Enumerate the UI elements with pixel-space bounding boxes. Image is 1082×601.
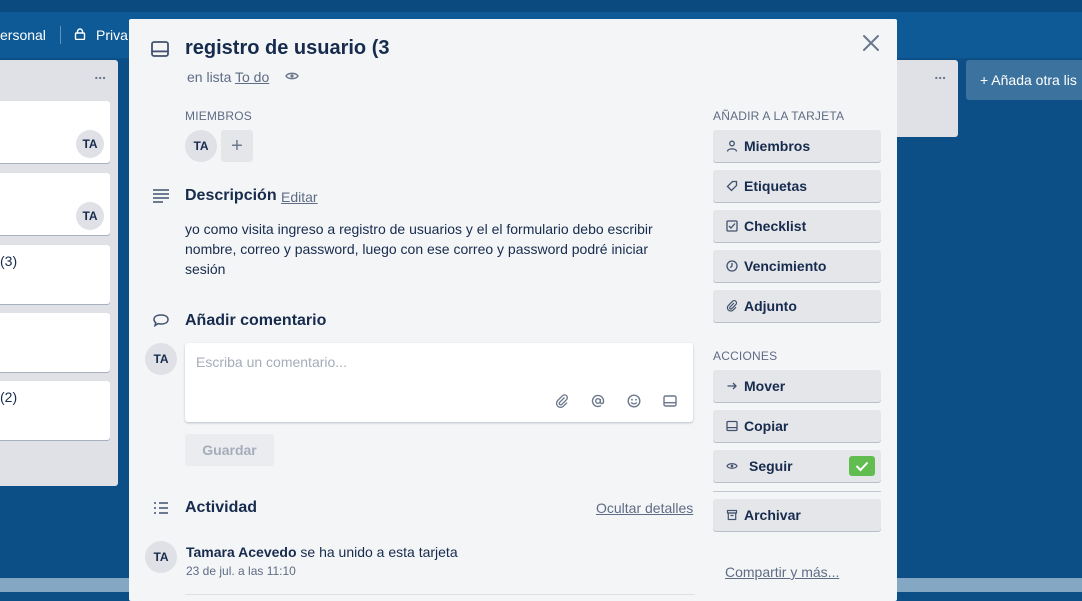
arrow-right-icon [727, 382, 737, 390]
attachment-icon[interactable] [555, 394, 569, 408]
activity-entry: Tamara Acevedo se ha unido a esta tarjet… [186, 544, 458, 560]
activity-icon [154, 502, 168, 514]
comment-placeholder: Escriba un comentario... [196, 354, 347, 370]
avatar: TA [76, 130, 104, 158]
mention-icon[interactable] [591, 394, 605, 408]
emoji-icon[interactable] [627, 394, 641, 408]
list-card[interactable] [0, 313, 110, 372]
list-link[interactable]: To do [235, 69, 269, 85]
members-button[interactable]: Miembros [713, 130, 881, 162]
labels-button-label: Etiquetas [744, 178, 808, 194]
watch-button-label: Seguir [749, 458, 793, 474]
user-icon [726, 140, 738, 152]
member-avatar[interactable]: TA [185, 130, 217, 162]
card-title: (3) [0, 253, 18, 269]
hide-details-link[interactable]: Ocultar detalles [596, 500, 693, 516]
tag-icon [726, 180, 738, 192]
list-menu-icon[interactable]: ... [934, 66, 946, 82]
checklist-button-label: Checklist [744, 218, 807, 234]
divider [60, 26, 61, 44]
checkbox-icon [726, 220, 738, 232]
move-button-label: Mover [744, 378, 786, 394]
add-list-button[interactable]: + Añada otra lis [966, 60, 1082, 100]
card-icon [151, 41, 169, 57]
due-date-button[interactable]: Vencimiento [713, 250, 881, 282]
app-header [0, 0, 1082, 12]
members-label: MIEMBROS [185, 109, 252, 123]
lock-icon [74, 28, 86, 40]
description-icon [153, 189, 169, 203]
board-team-label[interactable]: ersonal [0, 27, 46, 43]
save-comment-button[interactable]: Guardar [185, 434, 274, 466]
copy-button[interactable]: Copiar [713, 410, 881, 442]
archive-button[interactable]: Archivar [713, 499, 881, 531]
card-list-info: en lista To do [187, 69, 269, 85]
members-button-label: Miembros [744, 138, 811, 154]
divider [185, 594, 695, 595]
actions-label: ACCIONES [713, 349, 778, 363]
description-title: Descripción [185, 187, 277, 204]
comment-input[interactable]: Escriba un comentario... [185, 343, 693, 422]
edit-description-link[interactable]: Editar [281, 189, 318, 205]
card-icon [726, 420, 738, 432]
check-icon [855, 461, 869, 472]
activity-action: se ha unido a esta tarjeta [296, 544, 458, 560]
share-more-link[interactable]: Compartir y más... [725, 564, 839, 580]
list-card[interactable]: TA [0, 173, 110, 235]
add-comment-title: Añadir comentario [185, 312, 327, 329]
attachment-icon [726, 300, 738, 312]
activity-date[interactable]: 23 de jul. a las 11:10 [186, 564, 296, 578]
watch-button[interactable]: Seguir [713, 450, 881, 482]
card-detail-modal: registro de usuario (3 en lista To do MI… [129, 19, 897, 601]
add-to-card-label: AÑADIR A LA TARJETA [713, 109, 845, 123]
eye-icon [285, 72, 299, 80]
watching-badge [849, 456, 875, 476]
attachment-button[interactable]: Adjunto [713, 290, 881, 322]
checklist-button[interactable]: Checklist [713, 210, 881, 242]
comment-icon [153, 314, 169, 328]
due-date-button-label: Vencimiento [744, 258, 827, 274]
list-card[interactable]: (3) [0, 245, 110, 304]
activity-title: Actividad [185, 499, 258, 516]
archive-button-label: Archivar [744, 507, 801, 523]
add-member-button[interactable]: + [221, 130, 253, 162]
labels-button[interactable]: Etiquetas [713, 170, 881, 202]
eye-icon [726, 463, 738, 469]
avatar: TA [145, 343, 177, 375]
board-list: ... [896, 60, 958, 137]
list-menu-icon[interactable]: ... [94, 66, 106, 82]
card-title[interactable]: registro de usuario (3 [185, 37, 390, 60]
board-visibility-button[interactable]: Priva [96, 27, 128, 43]
clock-icon [726, 260, 738, 272]
description-text[interactable]: yo como visita ingreso a registro de usu… [185, 219, 685, 279]
attachment-button-label: Adjunto [744, 298, 797, 314]
activity-user[interactable]: Tamara Acevedo [186, 544, 297, 560]
close-icon[interactable] [859, 31, 883, 55]
archive-icon [726, 509, 738, 521]
avatar[interactable]: TA [145, 541, 177, 573]
avatar: TA [76, 202, 104, 230]
divider [713, 491, 881, 492]
card-title: (2) [0, 389, 18, 405]
card-icon[interactable] [663, 394, 677, 408]
move-button[interactable]: Mover [713, 370, 881, 402]
list-card[interactable]: TA [0, 101, 110, 163]
in-list-prefix: en lista [187, 69, 235, 85]
list-card[interactable]: (2) [0, 381, 110, 440]
copy-button-label: Copiar [744, 418, 789, 434]
